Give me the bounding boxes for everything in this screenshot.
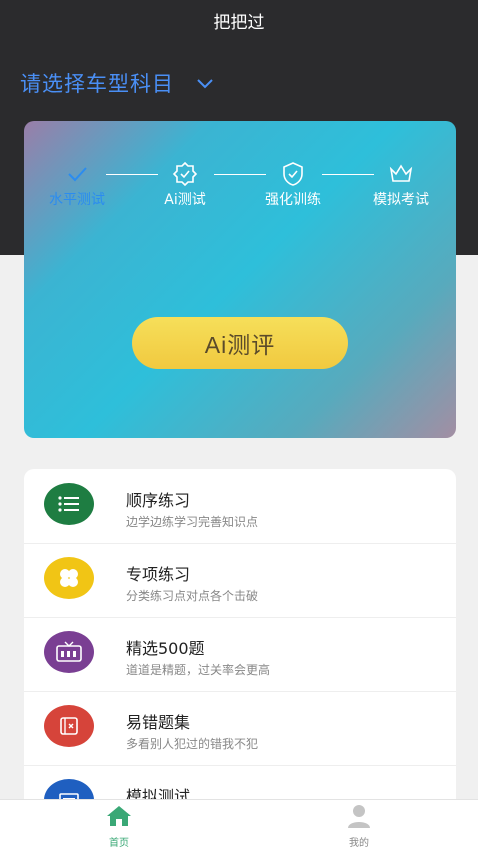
step-label: Ai测试	[164, 192, 206, 208]
item-subtitle: 道道是精题，过关率会更高	[126, 663, 271, 677]
item-subtitle: 分类练习点对点各个击破	[126, 589, 259, 603]
clover-icon	[44, 557, 94, 599]
list-item-topic[interactable]: 专项练习 分类练习点对点各个击破	[24, 543, 456, 618]
crown-icon	[389, 164, 413, 182]
check-icon	[68, 167, 87, 182]
list-item-error-set[interactable]: 易错题集 多看别人犯过的错我不犯	[24, 691, 456, 766]
user-icon	[348, 805, 370, 828]
step-ai-test[interactable]: Ai测试	[140, 161, 230, 209]
progress-steps: 水平测试 Ai测试 强化训练 模拟考试	[24, 161, 456, 221]
step-mock-exam[interactable]: 模拟考试	[356, 161, 446, 209]
item-subtitle: 边学边练学习完善知识点	[126, 515, 259, 529]
tab-mine[interactable]: 我的	[319, 804, 399, 849]
ai-badge-icon	[172, 161, 198, 187]
car-type-selector[interactable]: 请选择车型科目	[20, 68, 214, 98]
item-subtitle: 多看别人犯过的错我不犯	[126, 737, 259, 751]
tab-home[interactable]: 首页	[79, 804, 159, 849]
item-title: 精选500题	[126, 639, 205, 658]
error-book-icon	[44, 705, 94, 747]
selector-label: 请选择车型科目	[20, 72, 174, 96]
step-label: 水平测试	[49, 192, 105, 208]
step-intensive-training[interactable]: 强化训练	[248, 161, 338, 209]
list-item-selected-500[interactable]: 精选500题 道道是精题，过关率会更高	[24, 617, 456, 692]
chevron-down-icon	[197, 79, 213, 89]
shield-check-icon	[283, 162, 303, 186]
step-label: 模拟考试	[373, 192, 429, 208]
item-title: 专项练习	[126, 565, 191, 584]
500-icon	[44, 631, 94, 673]
ai-evaluate-button[interactable]: Ai测评	[132, 317, 348, 369]
progress-card: 水平测试 Ai测试 强化训练 模拟考试 Ai测评	[24, 121, 456, 438]
item-title: 顺序练习	[126, 491, 191, 510]
list-item-sequential[interactable]: 顺序练习 边学边练学习完善知识点	[24, 469, 456, 544]
step-label: 强化训练	[265, 192, 321, 208]
home-icon	[107, 806, 131, 826]
step-level-test[interactable]: 水平测试	[32, 161, 122, 209]
list-icon	[44, 483, 94, 525]
practice-list: 顺序练习 边学边练学习完善知识点 专项练习 分类练习点对点各个击破 精选500题…	[24, 469, 456, 809]
tab-label: 我的	[349, 838, 369, 849]
bottom-tab-bar: 首页 我的	[0, 799, 478, 851]
item-title: 易错题集	[126, 713, 191, 732]
app-title: 把把过	[213, 13, 265, 33]
tab-label: 首页	[109, 838, 129, 849]
